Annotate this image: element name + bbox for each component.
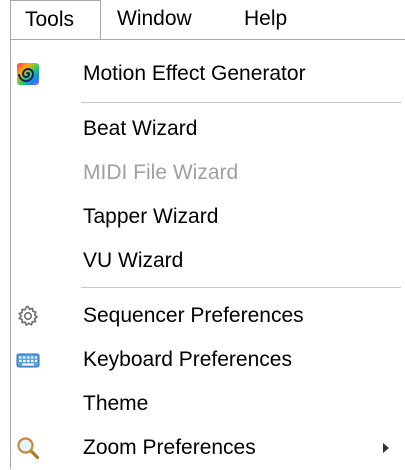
menu-window[interactable]: Window — [103, 0, 206, 40]
menu-item-label: Zoom Preferences — [83, 436, 256, 459]
menu-item-beat-wizard[interactable]: Beat Wizard — [11, 107, 405, 151]
menu-separator — [81, 287, 401, 288]
menu-item-vu-wizard[interactable]: VU Wizard — [11, 239, 405, 283]
menu-item-midi-file-wizard[interactable]: MIDI File Wizard — [11, 151, 405, 195]
menu-item-label: Tapper Wizard — [83, 205, 219, 228]
menu-item-label: Beat Wizard — [83, 117, 198, 140]
menu-item-label: Theme — [83, 392, 149, 415]
menu-item-zoom-preferences[interactable]: Zoom Preferences — [11, 426, 405, 470]
menu-tools[interactable]: Tools — [10, 0, 101, 40]
menu-item-tapper-wizard[interactable]: Tapper Wizard — [11, 195, 405, 239]
menu-item-motion-effect-generator[interactable]: Motion Effect Generator — [11, 52, 405, 96]
tools-dropdown-menu: Motion Effect Generator Beat Wizard MIDI… — [10, 39, 405, 469]
magnifier-icon — [17, 437, 40, 460]
menu-item-label: Motion Effect Generator — [83, 62, 306, 85]
keyboard-icon — [16, 353, 40, 368]
menu-item-keyboard-preferences[interactable]: Keyboard Preferences — [11, 338, 405, 382]
rainbow-spiral-icon — [17, 63, 39, 85]
menu-help[interactable]: Help — [230, 0, 301, 40]
menu-separator — [81, 102, 401, 103]
menu-item-sequencer-preferences[interactable]: Sequencer Preferences — [11, 294, 405, 338]
chevron-right-icon — [383, 443, 389, 453]
menu-item-label: Sequencer Preferences — [83, 304, 304, 327]
menu-item-theme[interactable]: Theme — [11, 382, 405, 426]
menu-item-label: MIDI File Wizard — [83, 161, 239, 184]
menu-bar: Tools Window Help — [0, 0, 405, 40]
menu-item-label: Keyboard Preferences — [83, 348, 292, 371]
menu-item-label: VU Wizard — [83, 249, 184, 272]
gear-icon — [18, 305, 39, 327]
